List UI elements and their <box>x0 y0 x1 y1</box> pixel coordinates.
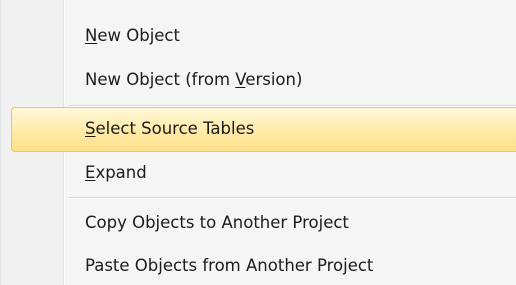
menu-item-label: Paste Objects from Another Project <box>85 256 374 275</box>
menu-item-paste-objects[interactable]: Paste Objects from Another Project <box>1 244 516 285</box>
menu-item-select-source-tables[interactable]: Select Source Tables <box>1 107 516 152</box>
menu-separator <box>69 197 516 199</box>
menu-item-new-object-from-version[interactable]: New Object (from Version) <box>1 58 516 102</box>
menu-item-label: Expand <box>85 163 147 182</box>
menu-item-expand[interactable]: Expand <box>1 151 516 195</box>
menu-item-new-object[interactable]: New Object <box>1 14 516 58</box>
menu-item-label: Select Source Tables <box>85 119 255 138</box>
menu-item-label: Copy Objects to Another Project <box>85 213 349 232</box>
menu-item-copy-objects[interactable]: Copy Objects to Another Project <box>1 201 516 245</box>
menu-item-label: New Object (from Version) <box>85 70 303 89</box>
menu-item-label: New Object <box>85 26 180 45</box>
context-menu: New Object New Object (from Version) Sel… <box>0 0 516 285</box>
